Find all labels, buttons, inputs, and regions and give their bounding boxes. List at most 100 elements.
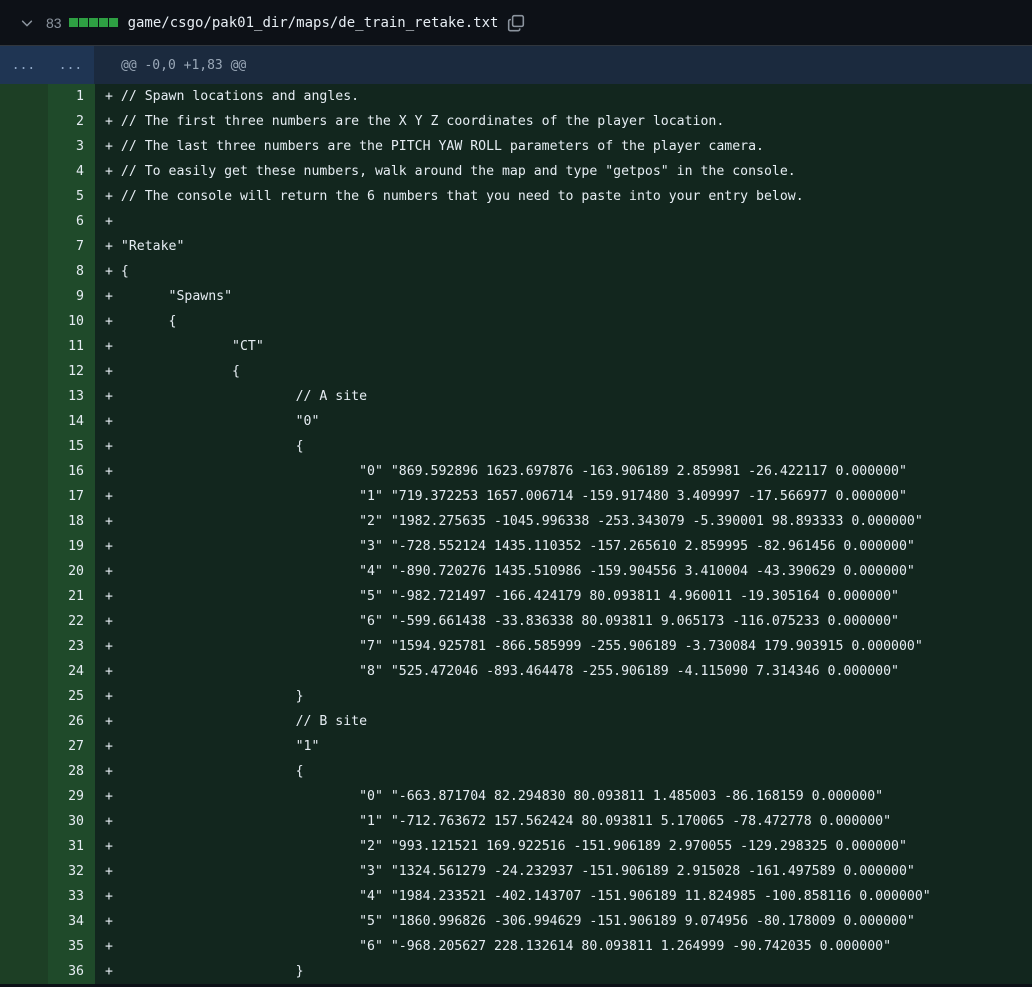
new-line-number[interactable]: 16: [48, 459, 95, 484]
old-line-number[interactable]: [0, 259, 48, 284]
code-text: "4" "-890.720276 1435.510986 -159.904556…: [120, 564, 915, 579]
old-line-number[interactable]: [0, 209, 48, 234]
old-line-number[interactable]: [0, 309, 48, 334]
old-line-number[interactable]: [0, 784, 48, 809]
diff-line: 25 + }: [0, 684, 1032, 709]
old-line-number[interactable]: [0, 359, 48, 384]
code-text: "3" "1324.561279 -24.232937 -151.906189 …: [120, 864, 915, 879]
old-line-number[interactable]: [0, 109, 48, 134]
old-line-number[interactable]: [0, 284, 48, 309]
old-line-number[interactable]: [0, 509, 48, 534]
addition-marker: +: [105, 589, 121, 604]
old-line-number[interactable]: [0, 584, 48, 609]
new-line-number[interactable]: 7: [48, 234, 95, 259]
old-line-number[interactable]: [0, 159, 48, 184]
old-line-number[interactable]: [0, 334, 48, 359]
old-line-number[interactable]: [0, 934, 48, 959]
chevron-down-icon[interactable]: [20, 16, 34, 30]
expand-old-gutter[interactable]: ...: [0, 46, 47, 84]
new-line-number[interactable]: 32: [48, 859, 95, 884]
old-line-number[interactable]: [0, 534, 48, 559]
old-line-number[interactable]: [0, 409, 48, 434]
copy-icon[interactable]: [507, 14, 525, 32]
new-line-number[interactable]: 15: [48, 434, 95, 459]
old-line-number[interactable]: [0, 84, 48, 109]
code-line: + "6" "-599.661438 -33.836338 80.093811 …: [95, 609, 1032, 634]
expand-new-gutter[interactable]: ...: [47, 46, 94, 84]
new-line-number[interactable]: 4: [48, 159, 95, 184]
old-line-number[interactable]: [0, 809, 48, 834]
new-line-number[interactable]: 20: [48, 559, 95, 584]
addition-marker: +: [105, 839, 121, 854]
diffstat-block: [88, 18, 98, 27]
code-line: + "3" "1324.561279 -24.232937 -151.90618…: [95, 859, 1032, 884]
new-line-number[interactable]: 34: [48, 909, 95, 934]
new-line-number[interactable]: 11: [48, 334, 95, 359]
old-line-number[interactable]: [0, 859, 48, 884]
code-line: + {: [95, 359, 1032, 384]
old-line-number[interactable]: [0, 434, 48, 459]
new-line-number[interactable]: 30: [48, 809, 95, 834]
code-text: {: [120, 764, 304, 779]
new-line-number[interactable]: 23: [48, 634, 95, 659]
new-line-number[interactable]: 25: [48, 684, 95, 709]
hunk-header: ... ... @@ -0,0 +1,83 @@: [0, 46, 1032, 84]
old-line-number[interactable]: [0, 659, 48, 684]
new-line-number[interactable]: 27: [48, 734, 95, 759]
code-text: {: [120, 314, 177, 329]
new-line-number[interactable]: 29: [48, 784, 95, 809]
diff-line: 3 + // The last three numbers are the PIT…: [0, 134, 1032, 159]
new-line-number[interactable]: 17: [48, 484, 95, 509]
old-line-number[interactable]: [0, 609, 48, 634]
new-line-number[interactable]: 14: [48, 409, 95, 434]
new-line-number[interactable]: 24: [48, 659, 95, 684]
old-line-number[interactable]: [0, 234, 48, 259]
old-line-number[interactable]: [0, 734, 48, 759]
new-line-number[interactable]: 21: [48, 584, 95, 609]
new-line-number[interactable]: 13: [48, 384, 95, 409]
new-line-number[interactable]: 26: [48, 709, 95, 734]
diff-line: 23 + "7" "1594.925781 -866.585999 -255.90…: [0, 634, 1032, 659]
file-path[interactable]: game/csgo/pak01_dir/maps/de_train_retake…: [128, 15, 499, 31]
addition-marker: +: [105, 564, 121, 579]
addition-marker: +: [105, 689, 121, 704]
old-line-number[interactable]: [0, 684, 48, 709]
new-line-number[interactable]: 9: [48, 284, 95, 309]
new-line-number[interactable]: 10: [48, 309, 95, 334]
new-line-number[interactable]: 8: [48, 259, 95, 284]
old-line-number[interactable]: [0, 559, 48, 584]
old-line-number[interactable]: [0, 884, 48, 909]
old-line-number[interactable]: [0, 959, 48, 984]
old-line-number[interactable]: [0, 834, 48, 859]
old-line-number[interactable]: [0, 459, 48, 484]
addition-marker: +: [105, 264, 121, 279]
code-text: {: [120, 364, 240, 379]
addition-marker: +: [105, 139, 121, 154]
old-line-number[interactable]: [0, 134, 48, 159]
new-line-number[interactable]: 6: [48, 209, 95, 234]
old-line-number[interactable]: [0, 484, 48, 509]
new-line-number[interactable]: 35: [48, 934, 95, 959]
old-line-number[interactable]: [0, 634, 48, 659]
diff-line: 27 + "1": [0, 734, 1032, 759]
new-line-number[interactable]: 18: [48, 509, 95, 534]
new-line-number[interactable]: 2: [48, 109, 95, 134]
code-text: "3" "-728.552124 1435.110352 -157.265610…: [120, 539, 915, 554]
new-line-number[interactable]: 28: [48, 759, 95, 784]
old-line-number[interactable]: [0, 184, 48, 209]
old-line-number[interactable]: [0, 759, 48, 784]
new-line-number[interactable]: 12: [48, 359, 95, 384]
new-line-number[interactable]: 1: [48, 84, 95, 109]
old-line-number[interactable]: [0, 909, 48, 934]
new-line-number[interactable]: 36: [48, 959, 95, 984]
new-line-number[interactable]: 5: [48, 184, 95, 209]
old-line-number[interactable]: [0, 384, 48, 409]
new-line-number[interactable]: 31: [48, 834, 95, 859]
old-line-number[interactable]: [0, 709, 48, 734]
addition-marker: +: [105, 639, 121, 654]
new-line-number[interactable]: 19: [48, 534, 95, 559]
new-line-number[interactable]: 33: [48, 884, 95, 909]
new-line-number[interactable]: 22: [48, 609, 95, 634]
new-line-number[interactable]: 3: [48, 134, 95, 159]
code-line: + "6" "-968.205627 228.132614 80.093811 …: [95, 934, 1032, 959]
